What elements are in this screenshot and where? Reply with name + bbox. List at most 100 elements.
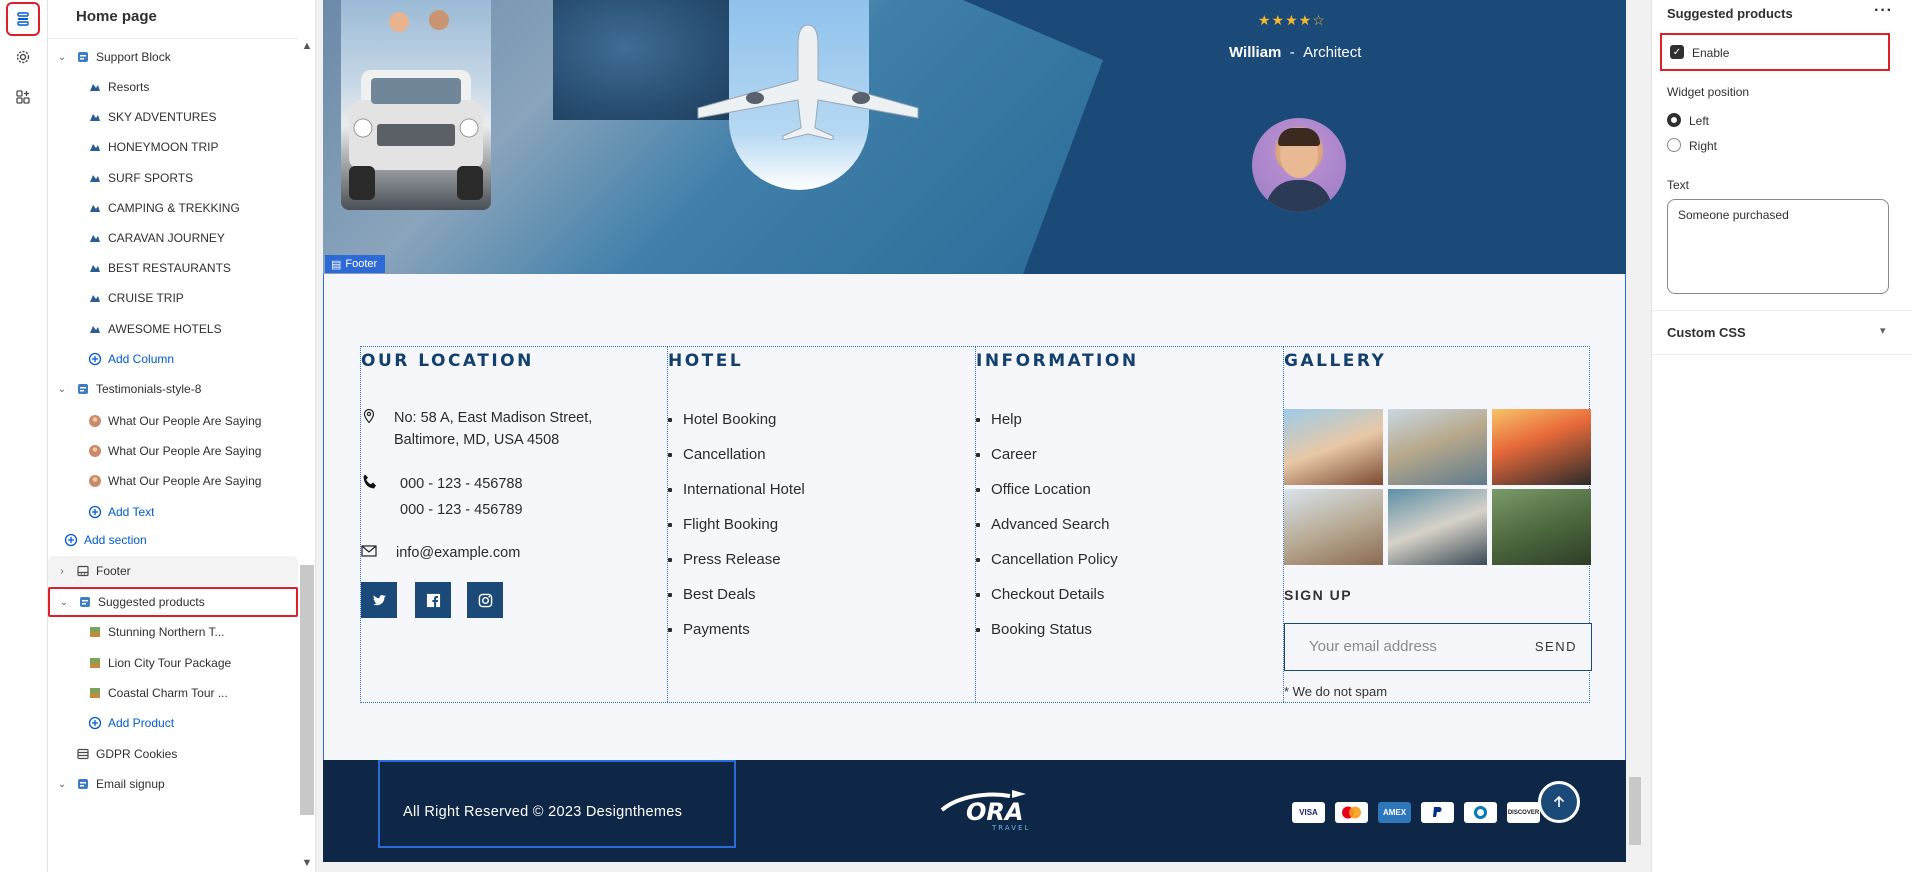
gallery-image[interactable]: [1388, 489, 1487, 565]
position-right-radio[interactable]: [1667, 138, 1681, 152]
sidebar-item[interactable]: ⌄ Email signup: [48, 769, 298, 799]
gallery-image[interactable]: [1492, 409, 1591, 485]
more-options-icon[interactable]: ···: [1874, 2, 1893, 20]
hotel-column: HOTEL Hotel Booking Cancellation Internati…: [667, 347, 975, 702]
sidebar-item[interactable]: HONEYMOON TRIP: [48, 132, 298, 162]
send-button[interactable]: SEND: [1535, 639, 1577, 654]
sidebar-item[interactable]: Stunning Northern T...: [48, 617, 298, 647]
sidebar-item-label: CAMPING & TREKKING: [108, 201, 240, 215]
enable-checkbox-row[interactable]: ✓ Enable: [1660, 33, 1890, 71]
facebook-icon[interactable]: [415, 582, 451, 618]
footer-link[interactable]: Cancellation Policy: [976, 549, 1118, 584]
section-icon: [76, 382, 90, 396]
sidebar-item[interactable]: CRUISE TRIP: [48, 283, 298, 313]
chevron-right-icon[interactable]: ›: [56, 566, 68, 577]
sidebar-item-label: Stunning Northern T...: [108, 625, 225, 639]
back-to-top-button[interactable]: [1538, 781, 1580, 823]
section-icon: [76, 777, 90, 791]
sidebar-item[interactable]: Lion City Tour Package: [48, 648, 298, 678]
sidebar-item[interactable]: GDPR Cookies: [48, 739, 298, 769]
panel-title: Suggested products: [1667, 6, 1793, 21]
plus-circle-icon: [88, 716, 102, 730]
sidebar-item[interactable]: AWESOME HOTELS: [48, 314, 298, 344]
sidebar-item[interactable]: ⌄ Support Block: [48, 42, 298, 72]
gallery-image[interactable]: [1492, 489, 1591, 565]
chevron-down-icon[interactable]: ⌄: [58, 597, 70, 608]
sidebar-item-label: Resorts: [108, 80, 150, 94]
scroll-up-icon[interactable]: ▲: [298, 40, 315, 52]
footer-link[interactable]: Flight Booking: [668, 514, 805, 549]
footer-link[interactable]: Career: [976, 444, 1118, 479]
chevron-down-icon[interactable]: ▾: [1880, 324, 1886, 337]
sidebar-item[interactable]: ⌄ Testimonials-style-8: [48, 374, 298, 404]
gallery-image[interactable]: [1284, 489, 1383, 565]
footer-link[interactable]: Best Deals: [668, 584, 805, 619]
footer-link[interactable]: Checkout Details: [976, 584, 1118, 619]
contact-email: info@example.com: [396, 545, 521, 561]
sidebar-item[interactable]: What Our People Are Saying: [48, 466, 298, 496]
preview-scroll-thumb[interactable]: [1629, 777, 1641, 845]
footer-section-tag[interactable]: ▤ Footer: [325, 255, 386, 273]
block-icon: [88, 231, 102, 245]
scroll-down-icon[interactable]: ▼: [298, 857, 315, 869]
gallery-image[interactable]: [1284, 409, 1383, 485]
text-input[interactable]: Someone purchased: [1667, 199, 1889, 294]
footer-link[interactable]: Hotel Booking: [668, 409, 805, 444]
visa-icon: VISA: [1292, 802, 1325, 823]
sidebar-item-label: Lion City Tour Package: [108, 656, 232, 670]
sidebar-item[interactable]: Add Text: [48, 497, 298, 527]
footer-link[interactable]: Booking Status: [976, 619, 1118, 654]
sidebar-item[interactable]: What Our People Are Saying: [48, 436, 298, 466]
sidebar-item-label: What Our People Are Saying: [108, 474, 262, 488]
custom-css-heading[interactable]: Custom CSS: [1667, 325, 1746, 340]
sidebar-item[interactable]: Add Column: [48, 344, 298, 374]
instagram-icon[interactable]: [467, 582, 503, 618]
newsletter-email-input[interactable]: Your email address SEND: [1284, 623, 1592, 671]
sidebar-item-label: CRUISE TRIP: [108, 291, 184, 305]
position-left-radio[interactable]: [1667, 113, 1681, 127]
sidebar-item[interactable]: Add section: [48, 525, 298, 555]
apps-icon[interactable]: [6, 80, 40, 114]
hotel-links: Hotel Booking Cancellation International H…: [668, 409, 805, 654]
footer-link[interactable]: International Hotel: [668, 479, 805, 514]
footer-link[interactable]: Help: [976, 409, 1118, 444]
map-pin-icon: [363, 408, 375, 424]
footer-link[interactable]: Press Release: [668, 549, 805, 584]
sidebar-scroll-thumb[interactable]: [300, 565, 314, 815]
sidebar-item[interactable]: SKY ADVENTURES: [48, 102, 298, 132]
sidebar-item[interactable]: Coastal Charm Tour ...: [48, 678, 298, 708]
sidebar-item-label: SURF SPORTS: [108, 171, 194, 185]
gear-icon[interactable]: [6, 40, 40, 74]
block-icon: [88, 171, 102, 185]
twitter-icon[interactable]: [361, 582, 397, 618]
sidebar-item[interactable]: › Footer: [48, 556, 298, 586]
sections-icon[interactable]: [6, 2, 40, 36]
footer-link[interactable]: Payments: [668, 619, 805, 654]
ora-travel-logo[interactable]: ORA TRAVEL: [938, 782, 1048, 832]
chevron-down-icon[interactable]: ⌄: [56, 384, 68, 395]
enable-checkbox[interactable]: ✓: [1670, 45, 1684, 59]
location-heading: OUR LOCATION: [361, 351, 534, 371]
footer-link[interactable]: Cancellation: [668, 444, 805, 479]
gallery-image[interactable]: [1388, 409, 1487, 485]
chevron-down-icon[interactable]: ⌄: [56, 52, 68, 63]
sidebar-item[interactable]: CARAVAN JOURNEY: [48, 223, 298, 253]
sidebar-item[interactable]: SURF SPORTS: [48, 163, 298, 193]
widget-position-label: Widget position: [1667, 85, 1750, 99]
sidebar-item-label: Add Column: [108, 352, 175, 366]
sidebar-item[interactable]: Add Product: [48, 708, 298, 738]
sidebar-item[interactable]: BEST RESTAURANTS: [48, 253, 298, 283]
sidebar-item[interactable]: ⌄ Suggested products: [48, 587, 298, 617]
footer-link[interactable]: Office Location: [976, 479, 1118, 514]
discover-icon: DISCOVER: [1507, 802, 1540, 823]
sidebar-item[interactable]: What Our People Are Saying: [48, 406, 298, 436]
reviewer-name: William - Architect: [1229, 44, 1362, 61]
preview-scrollbar[interactable]: [1626, 0, 1644, 862]
sidebar-item[interactable]: CAMPING & TREKKING: [48, 193, 298, 223]
gallery-heading: GALLERY: [1284, 351, 1387, 371]
footer-link[interactable]: Advanced Search: [976, 514, 1118, 549]
sidebar-item[interactable]: Resorts: [48, 72, 298, 102]
sidebar-item-label: Suggested products: [98, 595, 205, 609]
position-right-label: Right: [1689, 139, 1718, 153]
chevron-down-icon[interactable]: ⌄: [56, 779, 68, 790]
